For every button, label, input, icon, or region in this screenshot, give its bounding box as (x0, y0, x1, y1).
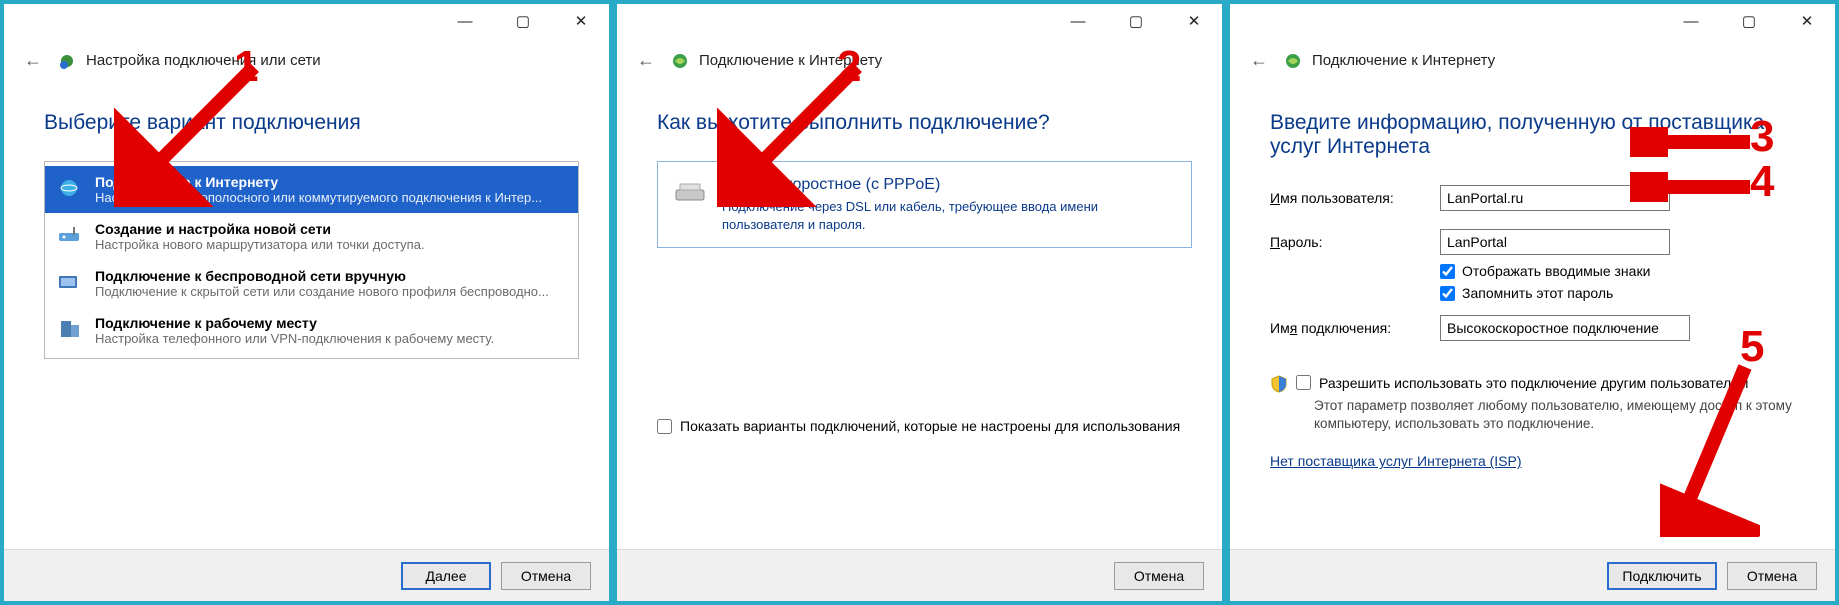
minimize-button[interactable]: — (1671, 7, 1711, 35)
remember-checkbox[interactable] (1440, 286, 1455, 301)
titlebar: — ▢ ✕ (617, 4, 1222, 38)
option-title: Создание и настройка новой сети (95, 221, 568, 237)
maximize-button[interactable]: ▢ (1116, 7, 1156, 35)
username-row: ИИмя пользователя:мя пользователя: (1270, 185, 1805, 211)
no-isp-link[interactable]: Нет поставщика услуг Интернета (ISP) (1270, 453, 1522, 469)
globe-icon (55, 176, 83, 200)
option-title: Подключение к рабочему месту (95, 315, 568, 331)
show-unconfigured-label: Показать варианты подключений, которые н… (680, 418, 1180, 434)
allow-others-desc: Этот параметр позволяет любому пользоват… (1314, 397, 1805, 433)
page-heading: Введите информацию, полученную от постав… (1270, 111, 1805, 159)
option-desc: Подключение через DSL или кабель, требую… (722, 198, 1175, 233)
titlebar: — ▢ ✕ (1230, 4, 1835, 38)
option-desc: Подключение к скрытой сети или создание … (95, 284, 568, 299)
content-area: Введите информацию, полученную от постав… (1230, 77, 1835, 549)
username-input[interactable] (1440, 185, 1670, 211)
next-button[interactable]: Далее (401, 562, 491, 590)
allow-others-label: Разрешить использовать это подключение д… (1319, 375, 1748, 391)
page-heading: Выберите вариант подключения (44, 111, 579, 135)
footer: Далее Отмена (4, 549, 609, 601)
close-button[interactable]: ✕ (561, 7, 601, 35)
close-button[interactable]: ✕ (1787, 7, 1827, 35)
window-3-credentials: — ▢ ✕ ← Подключение к Интернету Введите … (1226, 0, 1839, 605)
globe-icon (1284, 52, 1302, 70)
footer: Отмена (617, 549, 1222, 601)
cancel-button[interactable]: Отмена (501, 562, 591, 590)
option-title: Высокоскоростное (с PPPoE) (722, 176, 1175, 194)
monitor-wifi-icon (55, 270, 83, 294)
shield-icon (1270, 375, 1288, 393)
breadcrumb: ← Настройка подключения или сети (4, 38, 609, 77)
back-arrow-icon[interactable]: ← (18, 48, 48, 73)
password-label: Пароль: (1270, 234, 1440, 250)
page-heading: Как вы хотите выполнить подключение? (657, 111, 1192, 135)
network-setup-icon (58, 52, 76, 70)
content-area: Выберите вариант подключения Подключение… (4, 77, 609, 549)
password-options: Отображать вводимые знаки Запомнить этот… (1440, 263, 1805, 301)
show-chars-row[interactable]: Отображать вводимые знаки (1440, 263, 1805, 279)
option-title: Подключение к беспроводной сети вручную (95, 268, 568, 284)
show-unconfigured-row: Показать варианты подключений, которые н… (657, 418, 1192, 434)
connection-name-row: Имя подключения: (1270, 315, 1805, 341)
breadcrumb: ← Подключение к Интернету (617, 38, 1222, 77)
titlebar: — ▢ ✕ (4, 4, 609, 38)
maximize-button[interactable]: ▢ (503, 7, 543, 35)
option-workplace[interactable]: Подключение к рабочему месту Настройка т… (45, 307, 578, 354)
cancel-button[interactable]: Отмена (1727, 562, 1817, 590)
option-desc: Настройка нового маршрутизатора или точк… (95, 237, 568, 252)
allow-others-row: Разрешить использовать это подключение д… (1270, 375, 1805, 393)
show-chars-label: Отображать вводимые знаки (1462, 263, 1650, 279)
close-button[interactable]: ✕ (1174, 7, 1214, 35)
router-icon (55, 223, 83, 247)
connection-name-label: Имя подключения: (1270, 320, 1440, 336)
minimize-button[interactable]: — (1058, 7, 1098, 35)
building-icon (55, 317, 83, 341)
connection-name-input[interactable] (1440, 315, 1690, 341)
allow-others-checkbox[interactable] (1296, 375, 1311, 390)
content-area: Как вы хотите выполнить подключение? Выс… (617, 77, 1222, 549)
header-title: Подключение к Интернету (1312, 52, 1495, 69)
back-arrow-icon[interactable]: ← (1244, 48, 1274, 73)
minimize-button[interactable]: — (445, 7, 485, 35)
connect-button[interactable]: Подключить (1607, 562, 1717, 590)
option-desc: Настройка телефонного или VPN-подключени… (95, 331, 568, 346)
breadcrumb: ← Подключение к Интернету (1230, 38, 1835, 77)
back-arrow-icon[interactable]: ← (631, 48, 661, 73)
remember-label: Запомнить этот пароль (1462, 285, 1613, 301)
show-unconfigured-checkbox[interactable] (657, 419, 672, 434)
window-1-network-setup: — ▢ ✕ ← Настройка подключения или сети В… (0, 0, 613, 605)
header-title: Настройка подключения или сети (86, 52, 321, 69)
maximize-button[interactable]: ▢ (1729, 7, 1769, 35)
window-2-connection-type: — ▢ ✕ ← Подключение к Интернету Как вы х… (613, 0, 1226, 605)
option-wireless-manual[interactable]: Подключение к беспроводной сети вручную … (45, 260, 578, 307)
footer: Подключить Отмена (1230, 549, 1835, 601)
option-create-network[interactable]: Создание и настройка новой сети Настройк… (45, 213, 578, 260)
cancel-button[interactable]: Отмена (1114, 562, 1204, 590)
header-title: Подключение к Интернету (699, 52, 882, 69)
remember-row[interactable]: Запомнить этот пароль (1440, 285, 1805, 301)
option-title: Подключение к Интернету (95, 174, 568, 190)
option-desc: Настройка широкополосного или коммутируе… (95, 190, 568, 205)
username-label: ИИмя пользователя:мя пользователя: (1270, 190, 1440, 206)
password-row: Пароль: (1270, 229, 1805, 255)
globe-icon (671, 52, 689, 70)
connection-options-list: Подключение к Интернету Настройка широко… (44, 161, 579, 359)
modem-icon (674, 178, 708, 206)
password-input[interactable] (1440, 229, 1670, 255)
show-chars-checkbox[interactable] (1440, 264, 1455, 279)
option-pppoe[interactable]: Высокоскоростное (с PPPoE) Подключение ч… (657, 161, 1192, 248)
option-connect-internet[interactable]: Подключение к Интернету Настройка широко… (45, 166, 578, 213)
